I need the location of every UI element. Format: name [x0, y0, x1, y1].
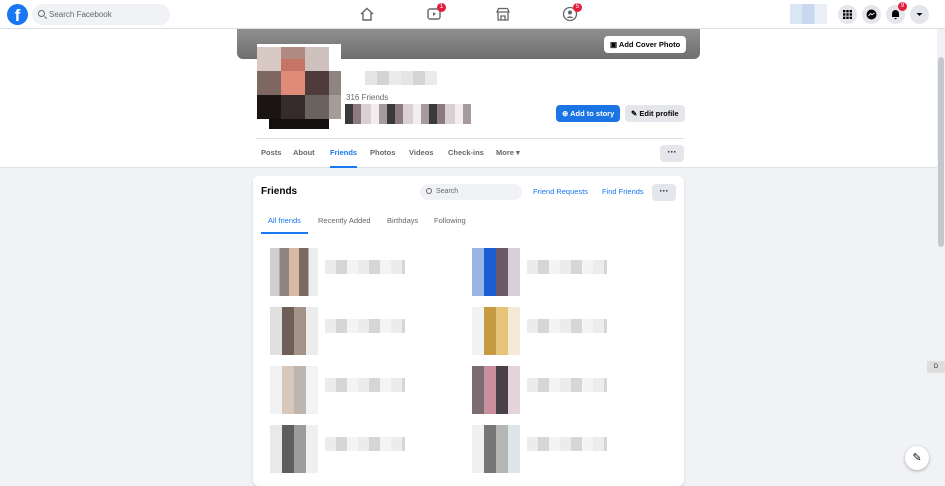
tab-check-ins[interactable]: Check-ins [448, 139, 484, 168]
home-icon[interactable] [359, 6, 375, 22]
friend-name-blurred[interactable] [325, 378, 405, 392]
friend-name-blurred[interactable] [527, 319, 607, 333]
pencil-icon: ✎ [631, 109, 638, 118]
friend-avatars-blurred[interactable] [345, 104, 471, 124]
friend-photo-blurred[interactable] [472, 307, 520, 355]
friend-name-blurred[interactable] [325, 319, 405, 333]
marketplace-icon[interactable] [495, 6, 511, 22]
watch-badge: 1 [437, 3, 446, 12]
friend-photo-blurred[interactable] [270, 307, 318, 355]
search-icon [38, 10, 45, 17]
friend-photo-blurred[interactable] [472, 366, 520, 414]
friend-photo-blurred[interactable] [472, 425, 520, 473]
edit-profile-button[interactable]: ✎ Edit profile [625, 105, 685, 122]
friend-requests-link[interactable]: Friend Requests [533, 187, 588, 196]
subtab-recently-added[interactable]: Recently Added [318, 216, 371, 234]
search-placeholder: Search Facebook [49, 10, 112, 19]
facebook-search-input[interactable]: Search Facebook [32, 4, 170, 25]
scrollbar-thumb[interactable] [938, 57, 944, 247]
friend-card[interactable] [270, 425, 470, 475]
messenger-button[interactable] [862, 5, 881, 24]
tab-posts[interactable]: Posts [261, 139, 281, 168]
top-navigation-bar: f Search Facebook 1 5 9 [0, 0, 945, 29]
friends-card: Friends Search Friend Requests Find Frie… [253, 176, 684, 486]
profile-name-blurred [365, 71, 437, 85]
profile-shortcut-avatar[interactable] [790, 4, 827, 24]
tab-more[interactable]: More ▾ [496, 139, 520, 168]
friend-name-blurred[interactable] [325, 260, 405, 274]
friend-card[interactable] [472, 366, 672, 416]
add-cover-photo-button[interactable]: ▣ Add Cover Photo [604, 36, 687, 53]
profile-more-options-button[interactable]: ··· [660, 145, 684, 162]
subtab-all-friends[interactable]: All friends [261, 216, 308, 234]
page-scrollbar[interactable] [937, 29, 945, 475]
subtab-birthdays[interactable]: Birthdays [387, 216, 418, 234]
friend-name-blurred[interactable] [325, 437, 405, 451]
search-icon [426, 188, 432, 194]
tab-photos[interactable]: Photos [370, 139, 395, 168]
find-friends-link[interactable]: Find Friends [602, 187, 644, 196]
friend-card[interactable] [270, 248, 470, 298]
friend-name-blurred[interactable] [527, 378, 607, 392]
facebook-logo-icon[interactable]: f [7, 4, 28, 25]
account-button[interactable] [910, 5, 929, 24]
friend-card[interactable] [472, 307, 672, 357]
plus-circle-icon: ⊕ [562, 109, 569, 118]
friend-photo-blurred[interactable] [270, 248, 318, 296]
friend-card[interactable] [270, 307, 470, 357]
friends-count[interactable]: 316 Friends [346, 93, 388, 102]
friend-card[interactable] [270, 366, 470, 416]
friend-card[interactable] [472, 425, 672, 475]
tab-friends[interactable]: Friends [330, 139, 358, 168]
messenger-icon [866, 9, 877, 20]
compose-icon: ✎ [912, 452, 922, 464]
caret-down-icon: ▾ [516, 148, 520, 157]
friends-search-input[interactable]: Search [420, 184, 522, 200]
new-message-button[interactable]: ✎ [905, 446, 929, 470]
chevron-down-icon [916, 13, 923, 16]
friends-card-title: Friends [261, 186, 298, 197]
add-to-story-button[interactable]: ⊕ Add to story [556, 105, 621, 122]
friend-name-blurred[interactable] [527, 260, 607, 274]
friend-photo-blurred[interactable] [270, 425, 318, 473]
friend-photo-blurred[interactable] [472, 248, 520, 296]
tab-about[interactable]: About [293, 139, 315, 168]
menu-button[interactable] [838, 5, 857, 24]
grid-menu-icon [843, 10, 852, 19]
tab-videos[interactable]: Videos [409, 139, 433, 168]
profile-header: ▣ Add Cover Photo 316 Friends ⊕ Add to s… [0, 29, 945, 168]
subtab-following[interactable]: Following [434, 216, 466, 234]
side-chip[interactable]: D [927, 361, 945, 373]
camera-icon: ▣ [610, 40, 618, 49]
profile-picture[interactable] [257, 44, 341, 130]
friend-card[interactable] [472, 248, 672, 298]
groups-badge: 5 [573, 3, 582, 12]
friend-name-blurred[interactable] [527, 437, 607, 451]
friends-more-options-button[interactable]: ··· [652, 184, 676, 201]
friend-photo-blurred[interactable] [270, 366, 318, 414]
notifications-badge: 9 [898, 2, 907, 11]
